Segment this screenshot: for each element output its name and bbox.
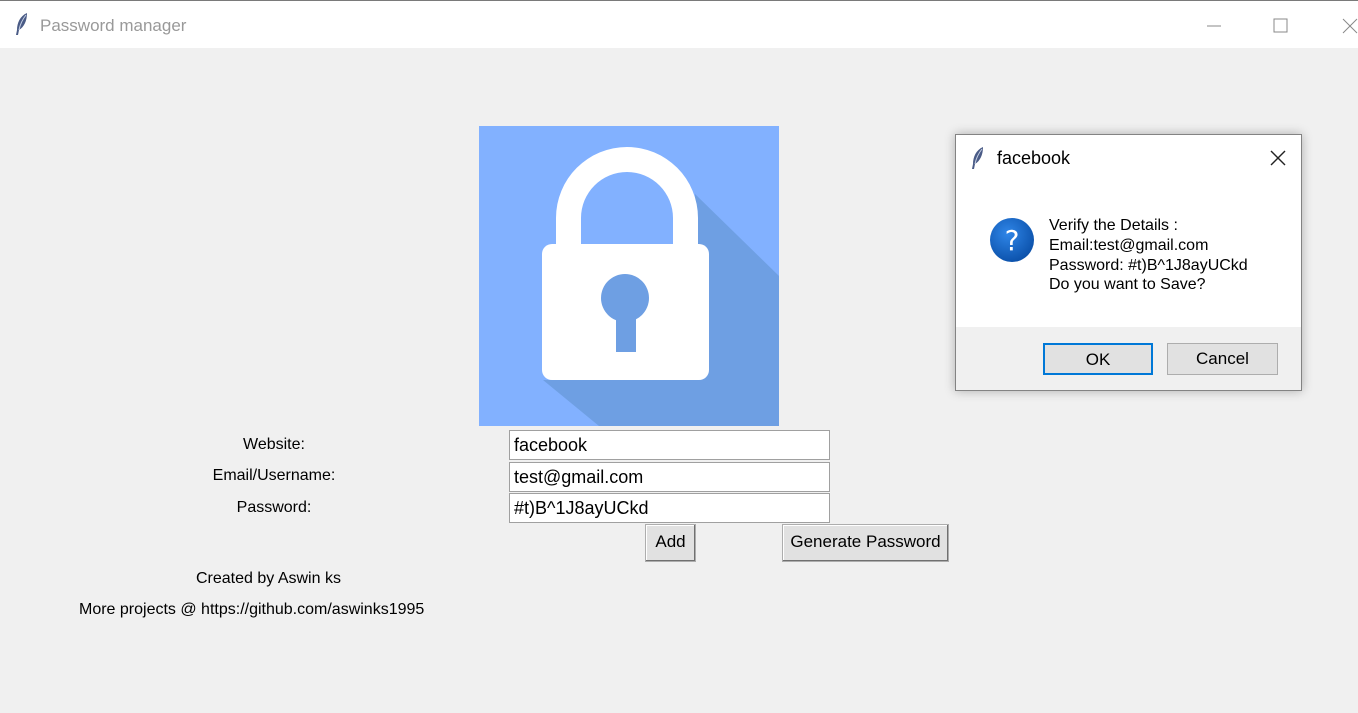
ok-button[interactable]: OK xyxy=(1043,343,1153,375)
dialog-button-bar: OK Cancel xyxy=(956,327,1301,390)
password-label: Password: xyxy=(236,499,312,516)
cancel-button[interactable]: Cancel xyxy=(1167,343,1278,375)
close-icon[interactable] xyxy=(1315,1,1358,47)
confirm-dialog: facebook ? Verify the Details : Email:te… xyxy=(955,134,1302,391)
title-bar-strip xyxy=(1034,46,1358,48)
padlock-icon xyxy=(479,126,779,426)
dialog-message-line: Verify the Details : xyxy=(1049,217,1178,234)
dialog-message-line: Do you want to Save? xyxy=(1049,276,1206,293)
dialog-message-line: Email:test@gmail.com xyxy=(1049,237,1209,254)
website-input[interactable]: facebook xyxy=(509,430,830,460)
password-input[interactable]: #t)B^1J8ayUCkd xyxy=(509,493,830,523)
add-button[interactable]: Add xyxy=(645,524,696,562)
more-projects-text: More projects @ https://github.com/aswin… xyxy=(79,601,425,618)
website-label: Website: xyxy=(243,436,305,453)
minimize-icon[interactable] xyxy=(1181,1,1247,47)
generate-password-button[interactable]: Generate Password xyxy=(782,524,949,562)
maximize-icon[interactable] xyxy=(1248,1,1314,47)
feather-icon xyxy=(16,13,27,35)
credit-text: Created by Aswin ks xyxy=(196,570,341,587)
close-icon[interactable] xyxy=(1258,139,1298,177)
window-title: Password manager xyxy=(40,16,187,35)
email-label: Email/Username: xyxy=(212,467,336,484)
dialog-message-line: Password: #t)B^1J8ayUCkd xyxy=(1049,257,1248,274)
email-input[interactable]: test@gmail.com xyxy=(509,462,830,492)
window-title-bar: Password manager xyxy=(0,0,1358,48)
question-icon: ? xyxy=(990,218,1034,262)
feather-icon xyxy=(972,147,983,169)
dialog-title: facebook xyxy=(997,148,1071,168)
svg-text:?: ? xyxy=(1005,224,1020,257)
